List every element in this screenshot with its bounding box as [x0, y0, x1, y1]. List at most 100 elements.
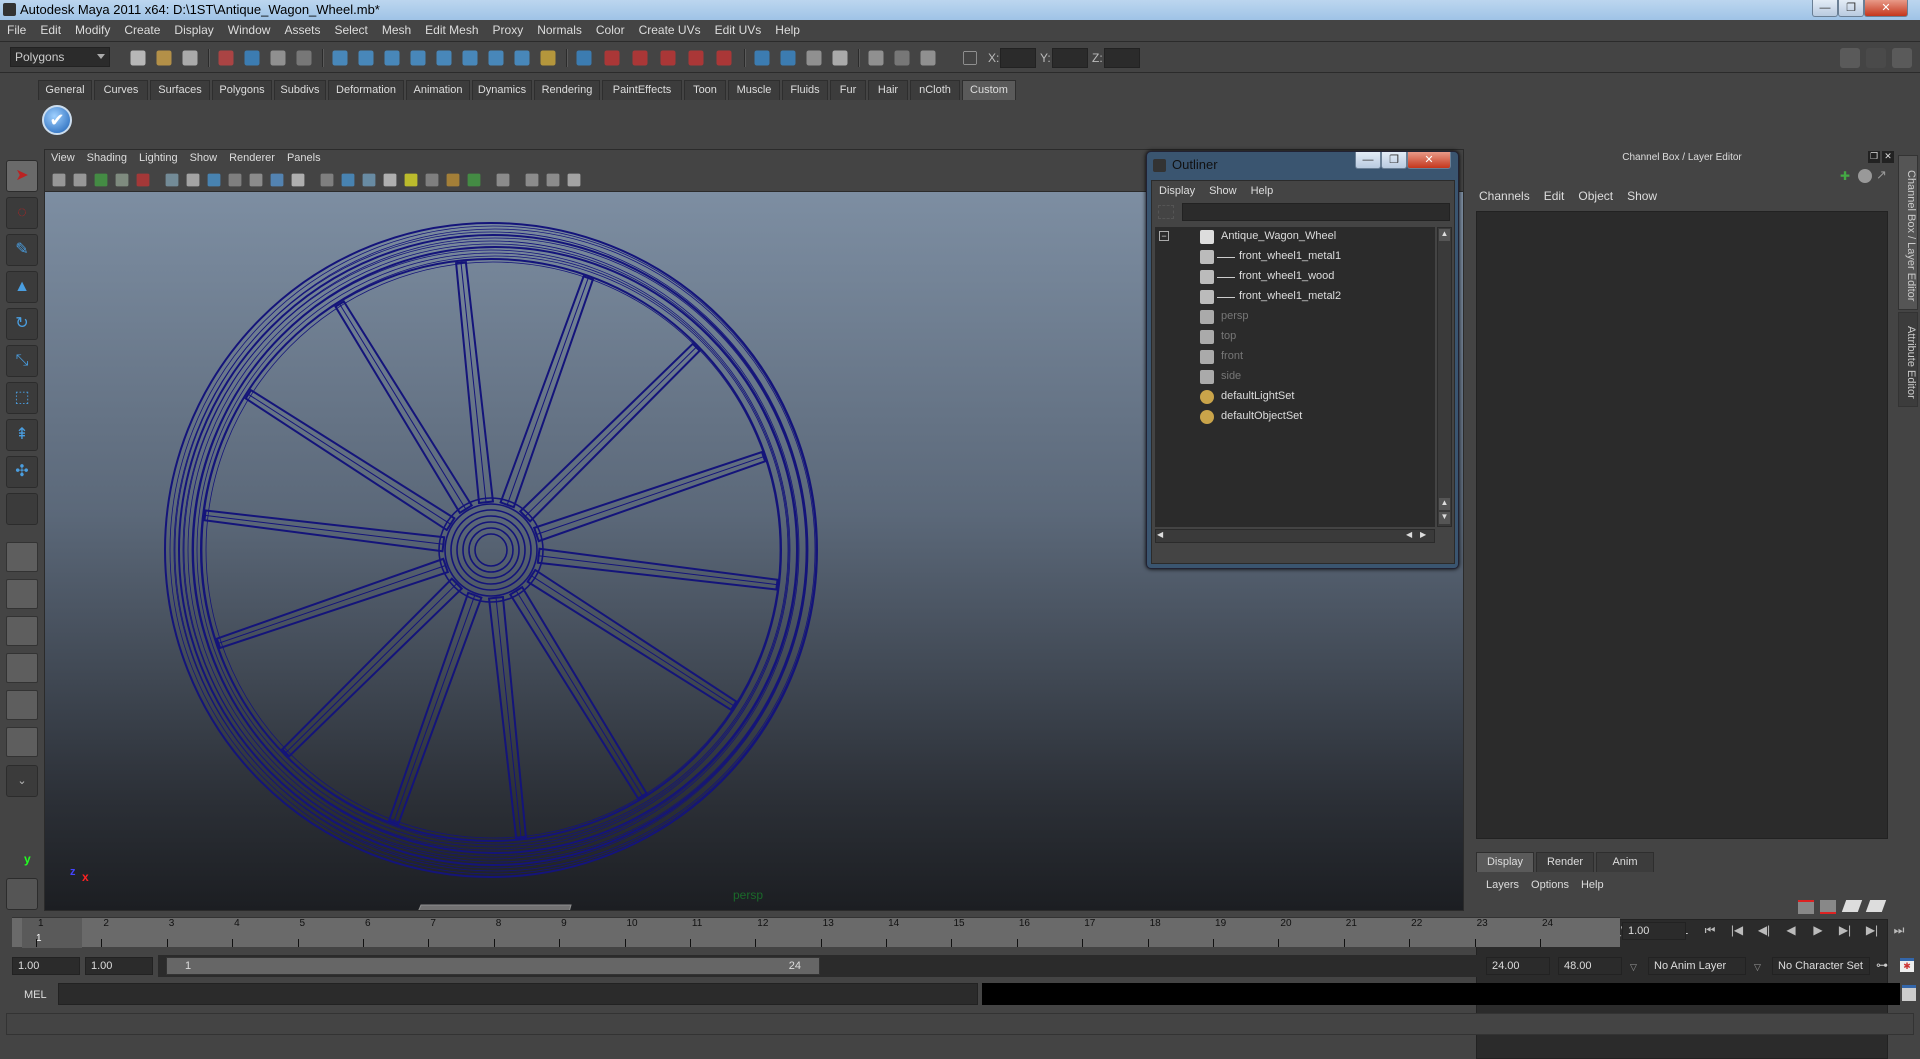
ipr-render-icon[interactable]	[894, 50, 910, 66]
menu-window[interactable]: Window	[221, 20, 278, 37]
hypershade-persp-layout-button[interactable]	[6, 690, 38, 720]
step-back-frame-icon[interactable]: |◀	[1727, 923, 1747, 941]
show-hide-attribute-editor-icon[interactable]	[1840, 48, 1860, 68]
outliner-window[interactable]: Outliner — ❐ ✕ Display Show Help − Antique_…	[1146, 151, 1459, 569]
layer-tab-anim[interactable]: Anim	[1596, 852, 1654, 872]
scroll-down-arrow-icon[interactable]: ▼	[1439, 512, 1450, 524]
outliner-item[interactable]: front_wheel1_metal2	[1155, 287, 1435, 307]
create-layer-from-selected-icon[interactable]	[1865, 900, 1887, 912]
isolate-select-icon[interactable]	[496, 173, 510, 187]
menu-set-dropdown[interactable]: Polygons	[10, 47, 110, 67]
snap-to-view-plane-icon[interactable]	[688, 50, 704, 66]
shelf-tab-deformation[interactable]: Deformation	[328, 80, 404, 100]
shelf-tab-animation[interactable]: Animation	[406, 80, 470, 100]
relative-transform-icon[interactable]	[963, 51, 977, 65]
x-input[interactable]	[1000, 48, 1036, 68]
animation-preferences-icon[interactable]: ✱	[1900, 958, 1914, 972]
collapse-icon[interactable]: −	[1159, 231, 1169, 241]
select-curves-icon[interactable]	[384, 50, 400, 66]
select-joints-icon[interactable]	[358, 50, 374, 66]
menu-display[interactable]: Display	[167, 20, 220, 37]
wireframe-icon[interactable]	[320, 173, 334, 187]
gate-mask-icon[interactable]	[228, 173, 242, 187]
layer-menu-options[interactable]: Options	[1525, 879, 1575, 891]
outliner-restore-button[interactable]: ❐	[1381, 152, 1407, 169]
shelf-tab-fur[interactable]: Fur	[830, 80, 866, 100]
step-forward-key-icon[interactable]: ▶|	[1835, 923, 1855, 941]
move-layer-up-icon[interactable]	[1798, 900, 1814, 914]
scroll-right-arrow-icon[interactable]: ▶	[1420, 530, 1432, 542]
menu-help[interactable]: Help	[768, 20, 807, 37]
scroll-left-arrow-icon[interactable]: ◀	[1157, 530, 1169, 542]
viewport-menu-shading[interactable]: Shading	[81, 150, 133, 166]
show-manipulator-tool[interactable]: ✣	[6, 456, 38, 488]
render-current-frame-icon[interactable]	[868, 50, 884, 66]
select-misc-icon[interactable]	[514, 50, 530, 66]
new-scene-icon[interactable]	[130, 50, 146, 66]
create-empty-layer-icon[interactable]	[1841, 900, 1863, 912]
persp-graph-layout-button[interactable]	[6, 653, 38, 683]
select-by-hierarchy-icon[interactable]	[218, 50, 234, 66]
outliner-item[interactable]: persp	[1155, 307, 1435, 327]
shelf-tab-general[interactable]: General	[38, 80, 92, 100]
auto-key-icon[interactable]: ⊶	[1876, 958, 1888, 972]
select-rendering-icon[interactable]	[488, 50, 504, 66]
save-scene-icon[interactable]	[182, 50, 198, 66]
shelf-tab-polygons[interactable]: Polygons	[212, 80, 272, 100]
menu-normals[interactable]: Normals	[530, 20, 589, 37]
paint-select-tool[interactable]: ✎	[6, 234, 38, 266]
rotate-tool[interactable]: ↻	[6, 308, 38, 340]
viewport-menu-show[interactable]: Show	[184, 150, 224, 166]
outliner-horizontal-scrollbar[interactable]: ◀ ◀ ▶	[1155, 529, 1435, 543]
universal-manipulator[interactable]: ⬚	[6, 382, 38, 414]
persp-outliner-graph-layout-button[interactable]	[6, 727, 38, 757]
menu-proxy[interactable]: Proxy	[486, 20, 531, 37]
menu-color[interactable]: Color	[589, 20, 632, 37]
filter-icon[interactable]	[1158, 205, 1174, 219]
command-line-input[interactable]	[58, 983, 978, 1005]
float-panel-icon[interactable]: ❐	[1868, 151, 1880, 163]
viewport-menu-lighting[interactable]: Lighting	[133, 150, 184, 166]
step-back-key-icon[interactable]: ◀|	[1754, 923, 1774, 941]
outliner-minimize-button[interactable]: —	[1355, 152, 1381, 169]
checkmark-shelf-icon[interactable]: ✔	[42, 105, 72, 135]
outliner-item[interactable]: front_wheel1_wood	[1155, 267, 1435, 287]
outliner-item[interactable]: top	[1155, 327, 1435, 347]
field-chart-icon[interactable]	[249, 173, 263, 187]
open-scene-icon[interactable]	[156, 50, 172, 66]
outliner-close-button[interactable]: ✕	[1407, 152, 1451, 169]
shelf-tab-toon[interactable]: Toon	[684, 80, 726, 100]
layer-tab-display[interactable]: Display	[1476, 852, 1534, 872]
four-view-layout-button[interactable]	[6, 579, 38, 609]
layer-menu-help[interactable]: Help	[1575, 879, 1610, 891]
render-settings-icon[interactable]	[920, 50, 936, 66]
menu-modify[interactable]: Modify	[68, 20, 117, 37]
xray-icon[interactable]	[467, 173, 481, 187]
layer-menu-layers[interactable]: Layers	[1480, 879, 1525, 891]
channel-box-area[interactable]	[1476, 211, 1888, 839]
close-panel-icon[interactable]: ✕	[1882, 151, 1894, 163]
scroll-left-arrow-icon[interactable]: ◀	[1406, 530, 1418, 542]
outliner-item[interactable]: side	[1155, 367, 1435, 387]
script-editor-icon[interactable]	[1902, 985, 1916, 1001]
more-layouts-button[interactable]: ⌄	[6, 765, 38, 797]
outliner-item[interactable]: front_wheel1_metal1	[1155, 247, 1435, 267]
lock-selection-icon[interactable]	[540, 50, 556, 66]
outliner-menu-help[interactable]: Help	[1244, 181, 1281, 197]
menu-assets[interactable]: Assets	[277, 20, 327, 37]
snap-to-grid-icon[interactable]	[604, 50, 620, 66]
outliner-item[interactable]: front	[1155, 347, 1435, 367]
viewport-menu-renderer[interactable]: Renderer	[223, 150, 281, 166]
use-all-lights-icon[interactable]	[404, 173, 418, 187]
lasso-tool[interactable]: ◌	[6, 197, 38, 229]
y-input[interactable]	[1052, 48, 1088, 68]
viewport-menu-view[interactable]: View	[45, 150, 81, 166]
outliner-persp-layout-button[interactable]	[6, 616, 38, 646]
highlight-selection-icon[interactable]	[576, 50, 592, 66]
manipulator-axis-icon[interactable]: ✚	[1840, 169, 1854, 183]
play-backwards-icon[interactable]: ◀	[1781, 923, 1801, 941]
shelf-tab-ncloth[interactable]: nCloth	[910, 80, 960, 100]
menu-mesh[interactable]: Mesh	[375, 20, 418, 37]
channel-box-menu-channels[interactable]: Channels	[1472, 189, 1537, 203]
outliner-item[interactable]: defaultObjectSet	[1155, 407, 1435, 427]
